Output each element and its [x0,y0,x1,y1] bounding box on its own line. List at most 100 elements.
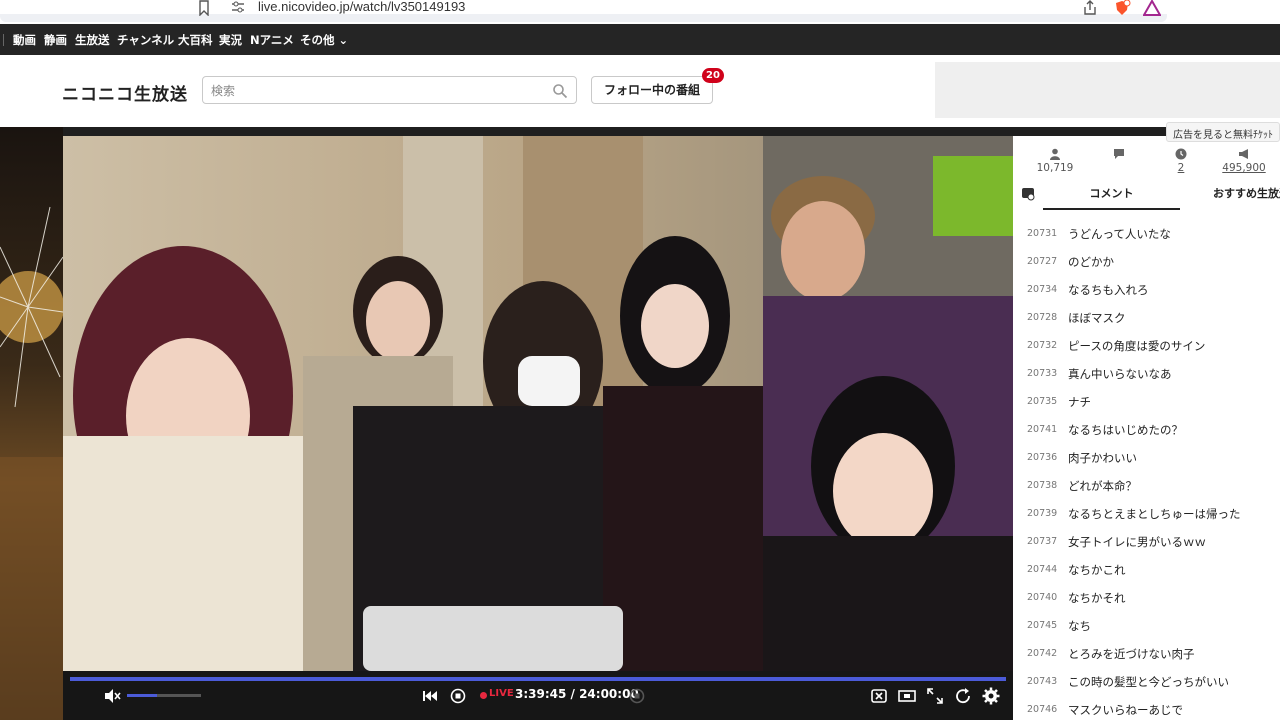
nav-item-douga[interactable]: 動画 [13,32,36,48]
volume-slider[interactable] [127,694,201,697]
comment-text: ナチ [1068,395,1091,409]
comment-number: 20727 [1027,256,1058,267]
clock-icon [1175,148,1187,160]
search-icon[interactable] [552,83,568,99]
comment-row[interactable]: 20742 とろみを近づけない肉子 [1013,640,1280,668]
comment-row[interactable]: 20744 なちかこれ [1013,556,1280,584]
theater-mode-icon[interactable] [898,687,916,705]
volume-fill [127,694,157,697]
url-text[interactable]: live.nicovideo.jp/watch/lv350149193 [258,0,465,14]
timeshift-count[interactable]: 2 [1151,148,1211,174]
comment-number: 20744 [1027,564,1058,575]
timeshift-count-value[interactable]: 2 [1151,162,1211,174]
comment-text: なちかこれ [1068,563,1126,577]
comment-row[interactable]: 20735 ナチ [1013,388,1280,416]
browser-toolbar: live.nicovideo.jp/watch/lv350149193 [0,0,1280,22]
comment-row[interactable]: 20727 のどかか [1013,248,1280,276]
comment-row[interactable]: 20746 マスクいらねーあじで [1013,696,1280,720]
comment-row[interactable]: 20739 なるちとえまとしちゅーは帰った [1013,500,1280,528]
timeshift-icon[interactable] [628,687,646,705]
comment-row[interactable]: 20741 なるちはいじめたの？ [1013,416,1280,444]
chevron-down-icon: ⌄ [338,33,349,47]
site-logo[interactable]: ニコニコ生放送 [62,80,188,105]
comment-text: 肉子かわいい [1068,451,1137,465]
comment-number: 20740 [1027,592,1058,603]
comment-row[interactable]: 20738 どれが本命？ [1013,472,1280,500]
brave-shield-icon[interactable] [1113,0,1131,16]
comment-text: なるちも入れろ [1068,283,1149,297]
live-indicator-dot [480,692,487,699]
comment-count-value [1089,162,1149,174]
chat-settings-icon[interactable] [1021,187,1035,201]
comment-text: ピースの角度は愛のサイン [1068,339,1206,353]
nav-item-nanime[interactable]: Nアニメ [250,32,294,48]
comment-number: 20737 [1027,536,1058,547]
comment-toggle-icon[interactable] [870,687,888,705]
comment-row[interactable]: 20731 うどんって人いたな [1013,220,1280,248]
comment-number: 20728 [1027,312,1058,323]
nav-item-jikkyo[interactable]: 実況 [219,32,242,48]
ad-banner[interactable] [935,62,1280,118]
follow-count-badge: 20 [702,68,724,83]
live-stream-video[interactable] [63,136,1013,671]
fullscreen-icon[interactable] [926,687,944,705]
nav-item-channel[interactable]: チャンネル [117,32,174,48]
comment-row[interactable]: 20736 肉子かわいい [1013,444,1280,472]
nav-item-live[interactable]: 生放送 [75,32,110,48]
nav-item-dic[interactable]: 大百科 [178,32,213,48]
replay-icon[interactable] [449,687,467,705]
comment-row[interactable]: 20740 なちかそれ [1013,584,1280,612]
comment-icon [1114,149,1124,159]
tab-comment[interactable]: コメント [1043,182,1180,210]
comment-text: マスクいらねーあじで [1068,703,1183,717]
address-bar-background [0,14,1167,22]
comment-text: なるちはいじめたの？ [1068,423,1183,437]
following-programs-button[interactable]: フォロー中の番組 [591,76,713,104]
comment-number: 20736 [1027,452,1058,463]
comment-text: 女子トイレに男がいるｗｗ [1068,535,1206,549]
comment-text: とろみを近づけない肉子 [1068,647,1195,661]
brave-rewards-icon[interactable] [1143,0,1161,16]
player-controls: LIVE 3:39:45 / 24:00:00 [63,671,1013,720]
comment-row[interactable]: 20743 この時の髪型と今どっちがいい [1013,668,1280,696]
comment-row[interactable]: 20728 ほぼマスク [1013,304,1280,332]
bookmark-icon[interactable] [196,0,212,16]
search-box[interactable] [202,76,577,104]
site-info-icon[interactable] [230,0,246,14]
rewind-icon[interactable] [421,687,439,705]
comment-row[interactable]: 20745 なち [1013,612,1280,640]
ad-tooltip: 広告を見ると無料ﾁｹｯﾄ [1166,122,1280,142]
person-icon [1050,148,1060,160]
ad-points-value[interactable]: 495,900 [1214,162,1274,174]
mute-icon[interactable] [103,687,121,705]
tab-recommend[interactable]: おすすめ生放送 [1181,182,1280,210]
search-input[interactable] [211,82,541,100]
comment-row[interactable]: 20733 真ん中いらないなあ [1013,360,1280,388]
comment-row[interactable]: 20737 女子トイレに男がいるｗｗ [1013,528,1280,556]
player-top-strip [0,127,1280,136]
comment-text: なちかそれ [1068,591,1126,605]
reload-icon[interactable] [954,687,972,705]
settings-gear-icon[interactable] [982,687,1000,705]
comment-row[interactable]: 20734 なるちも入れろ [1013,276,1280,304]
comment-number: 20745 [1027,620,1058,631]
nav-item-seiga[interactable]: 静画 [44,32,67,48]
comment-list[interactable]: 20731 うどんって人いたな 20727 のどかか 20734 なるちも入れろ 20728… [1013,210,1280,720]
comment-count [1089,148,1149,174]
viewer-count-value: 10,719 [1036,162,1074,174]
seek-bar[interactable] [70,677,1006,681]
comment-number: 20732 [1027,340,1058,351]
panel-tabs: コメント おすすめ生放送 [1013,182,1280,210]
comment-text: どれが本命？ [1068,479,1137,493]
nav-item-more[interactable]: その他 ⌄ [300,32,348,48]
time-display: 3:39:45 / 24:00:00 [515,687,639,701]
comment-number: 20733 [1027,368,1058,379]
comment-text: なるちとえまとしちゅーは帰った [1068,507,1241,521]
nav-separator [3,34,4,46]
ad-points[interactable]: 495,900 [1214,148,1274,174]
comment-text: なち [1068,619,1091,633]
comment-text: うどんって人いたな [1068,227,1171,241]
comment-number: 20735 [1027,396,1058,407]
share-icon[interactable] [1082,0,1098,16]
comment-row[interactable]: 20732 ピースの角度は愛のサイン [1013,332,1280,360]
